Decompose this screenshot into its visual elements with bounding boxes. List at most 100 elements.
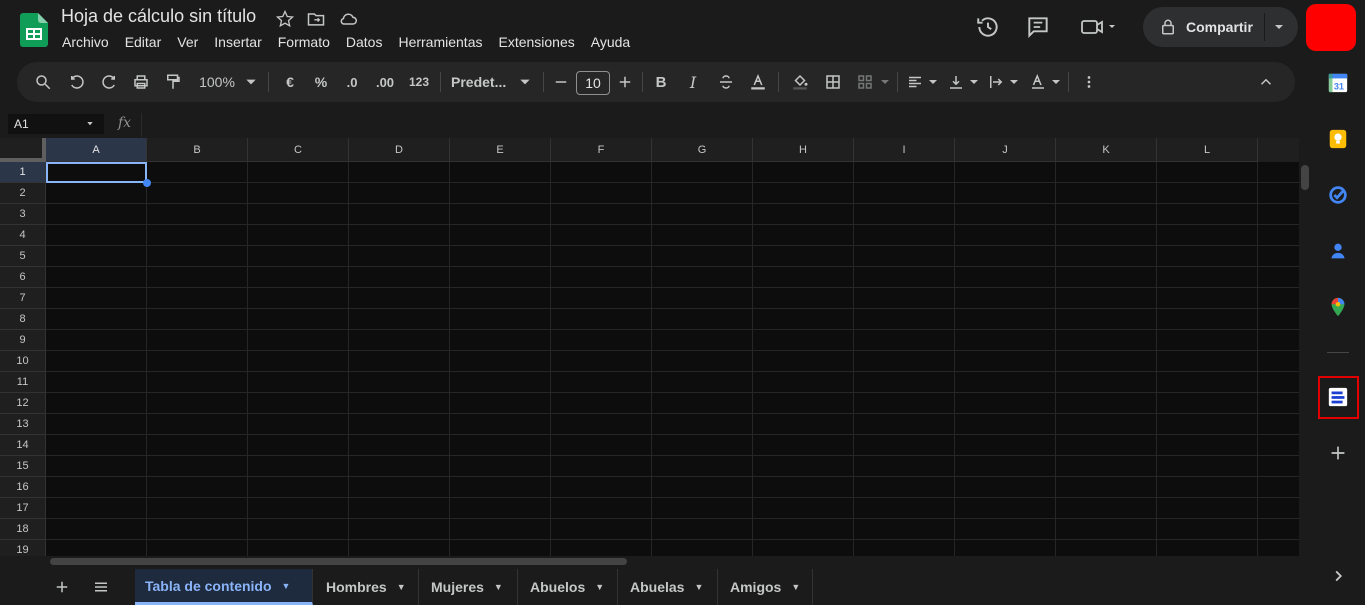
- meet-icon[interactable]: [1080, 14, 1116, 40]
- column-header-k[interactable]: K: [1056, 138, 1157, 162]
- tasks-icon[interactable]: [1327, 184, 1349, 206]
- sheets-logo-icon[interactable]: [20, 13, 48, 47]
- column-header-d[interactable]: D: [349, 138, 450, 162]
- row-header-4[interactable]: 4: [0, 225, 46, 246]
- row-header-12[interactable]: 12: [0, 393, 46, 414]
- column-header-b[interactable]: B: [147, 138, 248, 162]
- more-options-icon[interactable]: [1080, 62, 1098, 102]
- row-header-1[interactable]: 1: [0, 162, 46, 183]
- sheet-tab-amigos[interactable]: Amigos ▼: [718, 569, 813, 605]
- document-title[interactable]: Hoja de cálculo sin título: [61, 6, 256, 27]
- horizontal-align-icon[interactable]: [905, 62, 925, 102]
- add-sheet-icon[interactable]: [53, 578, 71, 596]
- menu-ayuda[interactable]: Ayuda: [591, 34, 630, 50]
- row-header-15[interactable]: 15: [0, 456, 46, 477]
- row-header-16[interactable]: 16: [0, 477, 46, 498]
- search-menus-icon[interactable]: [32, 62, 54, 102]
- vertical-scrollbar[interactable]: [1299, 138, 1310, 566]
- undo-icon[interactable]: [66, 62, 88, 102]
- menu-formato[interactable]: Formato: [278, 34, 330, 50]
- row-header-2[interactable]: 2: [0, 183, 46, 204]
- active-cell-a1[interactable]: [46, 162, 147, 183]
- zoom-chevron-down-icon[interactable]: [244, 62, 258, 102]
- strikethrough-icon[interactable]: [716, 62, 736, 102]
- collapse-menus-chevron-up-icon[interactable]: [1256, 62, 1276, 102]
- menu-ver[interactable]: Ver: [177, 34, 198, 50]
- row-header-8[interactable]: 8: [0, 309, 46, 330]
- menu-herramientas[interactable]: Herramientas: [398, 34, 482, 50]
- sheet-tab-abuelas[interactable]: Abuelas ▼: [618, 569, 718, 605]
- menu-datos[interactable]: Datos: [346, 34, 383, 50]
- percent-format-button[interactable]: %: [311, 62, 331, 102]
- version-history-icon[interactable]: [975, 14, 1001, 40]
- text-rotation-icon[interactable]: [1028, 62, 1048, 102]
- increase-decimal-button[interactable]: .00: [372, 62, 398, 102]
- column-header-f[interactable]: F: [551, 138, 652, 162]
- calendar-icon[interactable]: 31: [1327, 72, 1349, 94]
- decrease-decimal-button[interactable]: .0: [340, 62, 364, 102]
- increase-font-size-icon[interactable]: [616, 62, 634, 102]
- tab-chevron-down-icon[interactable]: ▼: [282, 581, 291, 591]
- row-header-17[interactable]: 17: [0, 498, 46, 519]
- font-select[interactable]: Predet...: [451, 62, 513, 102]
- row-header-9[interactable]: 9: [0, 330, 46, 351]
- more-formats-button[interactable]: 123: [406, 62, 432, 102]
- tab-chevron-down-icon[interactable]: ▼: [595, 582, 604, 592]
- sheet-tab-tabla-de-contenido[interactable]: Tabla de contenido ▼: [135, 569, 313, 605]
- currency-format-button[interactable]: €: [280, 62, 300, 102]
- column-header-j[interactable]: J: [955, 138, 1056, 162]
- column-header-i[interactable]: I: [854, 138, 955, 162]
- wrap-chevron-down-icon[interactable]: [1008, 62, 1020, 102]
- tab-chevron-down-icon[interactable]: ▼: [397, 582, 406, 592]
- menu-archivo[interactable]: Archivo: [62, 34, 109, 50]
- tab-chevron-down-icon[interactable]: ▼: [791, 582, 800, 592]
- merge-cells-icon[interactable]: [854, 62, 876, 102]
- column-header-e[interactable]: E: [450, 138, 551, 162]
- move-folder-icon[interactable]: [306, 9, 326, 29]
- tab-chevron-down-icon[interactable]: ▼: [494, 582, 503, 592]
- tab-chevron-down-icon[interactable]: ▼: [694, 582, 703, 592]
- addon-app-icon[interactable]: [1327, 386, 1349, 408]
- column-header-c[interactable]: C: [248, 138, 349, 162]
- row-header-5[interactable]: 5: [0, 246, 46, 267]
- column-header-l[interactable]: L: [1157, 138, 1258, 162]
- bold-button[interactable]: B: [652, 62, 670, 102]
- text-color-icon[interactable]: [746, 62, 770, 102]
- redo-icon[interactable]: [98, 62, 120, 102]
- sheet-tab-hombres[interactable]: Hombres ▼: [313, 569, 419, 605]
- print-icon[interactable]: [130, 62, 152, 102]
- menu-insertar[interactable]: Insertar: [214, 34, 261, 50]
- horizontal-scroll-thumb[interactable]: [50, 558, 627, 565]
- text-wrapping-icon[interactable]: [986, 62, 1006, 102]
- rotation-chevron-down-icon[interactable]: [1050, 62, 1062, 102]
- maps-icon[interactable]: [1327, 296, 1349, 318]
- valign-chevron-down-icon[interactable]: [968, 62, 980, 102]
- row-header-18[interactable]: 18: [0, 519, 46, 540]
- column-header-g[interactable]: G: [652, 138, 753, 162]
- fill-color-icon[interactable]: [788, 62, 812, 102]
- borders-icon[interactable]: [822, 62, 844, 102]
- row-header-6[interactable]: 6: [0, 267, 46, 288]
- contacts-icon[interactable]: [1327, 240, 1349, 262]
- row-header-10[interactable]: 10: [0, 351, 46, 372]
- vertical-scroll-thumb[interactable]: [1301, 165, 1309, 190]
- row-header-13[interactable]: 13: [0, 414, 46, 435]
- italic-button[interactable]: I: [684, 62, 702, 102]
- sheet-tab-mujeres[interactable]: Mujeres ▼: [419, 569, 518, 605]
- keep-icon[interactable]: [1327, 128, 1349, 150]
- font-chevron-down-icon[interactable]: [518, 62, 532, 102]
- row-header-7[interactable]: 7: [0, 288, 46, 309]
- account-avatar[interactable]: [1306, 4, 1356, 51]
- select-all-corner[interactable]: [0, 138, 46, 162]
- star-icon[interactable]: [275, 9, 295, 29]
- menu-extensiones[interactable]: Extensiones: [498, 34, 574, 50]
- all-sheets-menu-icon[interactable]: [92, 578, 110, 596]
- row-header-14[interactable]: 14: [0, 435, 46, 456]
- cloud-saved-icon[interactable]: [338, 9, 358, 29]
- menu-editar[interactable]: Editar: [125, 34, 162, 50]
- fill-handle[interactable]: [143, 179, 151, 187]
- font-size-input[interactable]: 10: [576, 71, 610, 95]
- expand-side-panel-chevron-right-icon[interactable]: [1327, 565, 1349, 587]
- halign-chevron-down-icon[interactable]: [927, 62, 939, 102]
- row-header-3[interactable]: 3: [0, 204, 46, 225]
